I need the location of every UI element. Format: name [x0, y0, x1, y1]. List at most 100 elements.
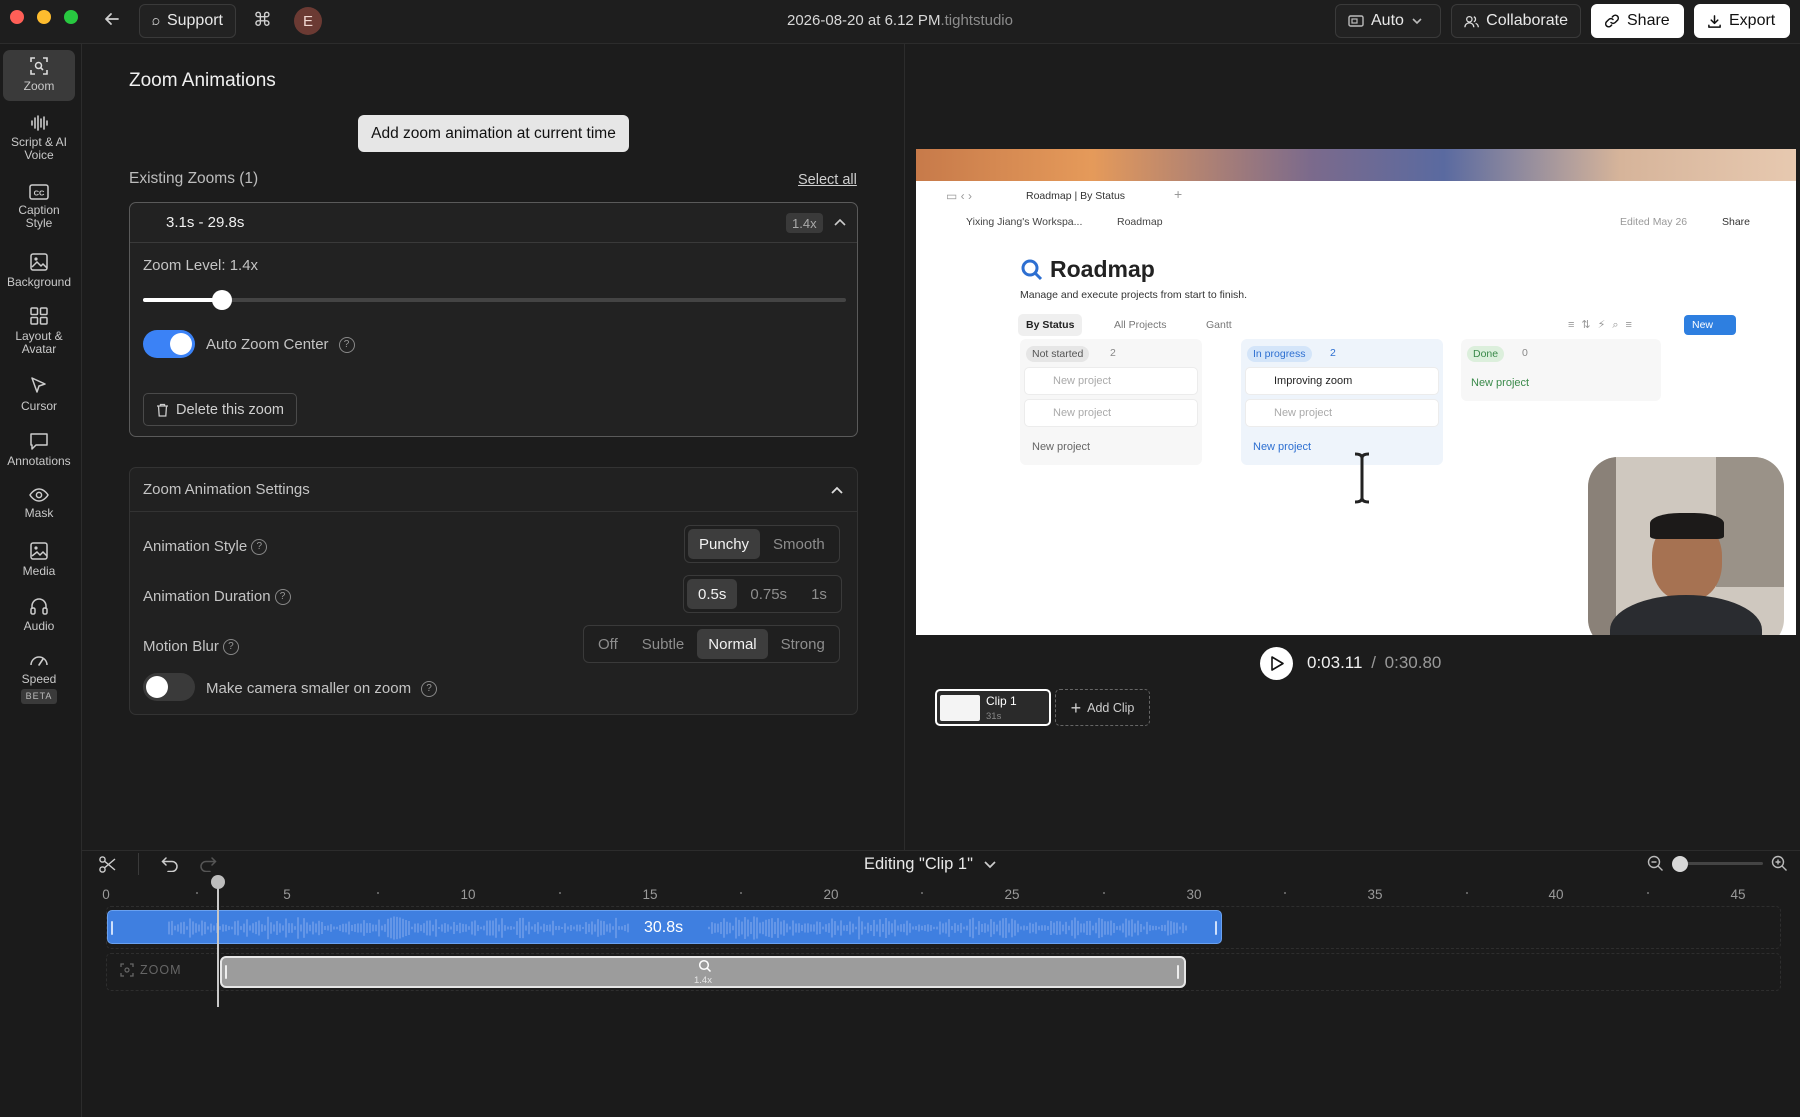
ruler-minor-tick — [1103, 892, 1105, 894]
sidebar-item-annotations[interactable]: Annotations — [3, 431, 75, 468]
play-button[interactable] — [1260, 647, 1293, 680]
chevron-up-icon[interactable] — [833, 217, 847, 227]
back-arrow-icon[interactable] — [103, 10, 121, 33]
video-preview[interactable]: ▭ ‹ › Roadmap | By Status + Yixing Jiang… — [916, 149, 1796, 635]
clip-thumbnail[interactable]: Clip 1 31s — [935, 689, 1051, 726]
clip-trim-handle-right[interactable] — [1215, 921, 1217, 935]
sidebar-item-speed[interactable]: Speed BETA — [3, 651, 75, 704]
help-icon[interactable]: ? — [222, 639, 239, 656]
recorded-screen: ▭ ‹ › Roadmap | By Status + Yixing Jiang… — [916, 181, 1796, 635]
sidebar-item-script-ai-voice[interactable]: Script & AI Voice — [3, 114, 75, 162]
zoom-level-label: Zoom Level: 1.4x — [143, 257, 259, 274]
editing-clip-dropdown[interactable]: Editing "Clip 1" — [864, 855, 997, 874]
column-count: 0 — [1522, 347, 1528, 359]
ruler-minor-tick — [1284, 892, 1286, 894]
sidebar-item-caption-style[interactable]: CC Caption Style — [3, 184, 75, 230]
trash-icon — [157, 403, 168, 417]
sidebar-item-label: Audio — [23, 619, 55, 633]
speech-bubble-icon — [30, 433, 48, 450]
segment-handle-left[interactable] — [225, 965, 227, 979]
zoom-segment[interactable]: 1.4x — [220, 956, 1186, 988]
help-icon[interactable]: ? — [251, 539, 268, 556]
sidebar-item-label: Background — [6, 275, 72, 289]
camera-smaller-text: Make camera smaller on zoom — [206, 680, 412, 697]
add-card: New project — [1032, 441, 1091, 453]
maximize-window-button[interactable] — [64, 10, 78, 24]
zoom-level-badge: 1.4x — [786, 213, 823, 233]
blur-option-subtle[interactable]: Subtle — [631, 629, 696, 659]
collaborate-button[interactable]: Collaborate — [1451, 4, 1581, 38]
help-icon[interactable]: ? — [338, 337, 355, 354]
sidebar-item-mask[interactable]: Mask — [3, 487, 75, 520]
audio-clip[interactable]: 30.8s — [107, 910, 1222, 944]
minimize-window-button[interactable] — [37, 10, 51, 24]
export-button[interactable]: Export — [1694, 4, 1790, 38]
settings-title: Zoom Animation Settings — [143, 481, 310, 498]
auto-zoom-center-toggle[interactable] — [143, 330, 195, 358]
chevron-up-icon[interactable] — [830, 485, 844, 495]
settings-header[interactable]: Zoom Animation Settings — [130, 468, 857, 512]
clip-preview-image — [940, 695, 980, 721]
command-icon[interactable]: ⌘ — [253, 9, 272, 32]
sidebar-item-cursor[interactable]: Cursor — [3, 376, 75, 413]
zoom-in-icon[interactable] — [1771, 855, 1788, 872]
add-clip-button[interactable]: + Add Clip — [1055, 689, 1150, 726]
sidebar-item-background[interactable]: Background — [3, 252, 75, 289]
clip-trim-handle-left[interactable] — [111, 921, 113, 935]
redo-icon[interactable] — [199, 856, 217, 872]
sidebar-item-audio[interactable]: Audio — [3, 596, 75, 633]
blur-option-normal[interactable]: Normal — [697, 629, 768, 659]
support-button[interactable]: Support — [139, 4, 236, 38]
duration-option-0.75s[interactable]: 0.75s — [739, 579, 798, 609]
zoom-item-header[interactable]: 3.1s - 29.8s 1.4x — [130, 203, 857, 243]
help-icon[interactable]: ? — [421, 681, 438, 698]
auto-dropdown[interactable]: Auto — [1335, 4, 1441, 38]
breadcrumb-page: Roadmap — [1117, 216, 1163, 228]
timeline-zoom-handle[interactable] — [1672, 856, 1688, 872]
svg-text:CC: CC — [34, 189, 45, 198]
duration-option-0.5s[interactable]: 0.5s — [687, 579, 738, 609]
duration-option-1s[interactable]: 1s — [800, 579, 838, 609]
clip-name: Clip 1 — [986, 694, 1017, 708]
style-option-punchy[interactable]: Punchy — [688, 529, 761, 559]
style-option-smooth[interactable]: Smooth — [762, 529, 836, 559]
screen-icon — [1348, 15, 1364, 27]
share-link: Share — [1722, 216, 1751, 228]
undo-icon[interactable] — [161, 856, 179, 872]
board-card: New project — [1024, 399, 1198, 427]
sidebar-item-layout-avatar[interactable]: Layout & Avatar — [3, 306, 75, 356]
auto-label: Auto — [1371, 12, 1404, 29]
existing-zooms-label: Existing Zooms (1) — [129, 170, 259, 187]
zoom-level-slider[interactable] — [143, 290, 846, 310]
avatar[interactable]: E — [294, 7, 322, 35]
sidebar-item-label: Mask — [24, 506, 54, 520]
playhead[interactable] — [217, 876, 219, 1007]
scissors-icon[interactable] — [98, 855, 117, 874]
camera-smaller-toggle[interactable] — [143, 673, 195, 701]
blur-option-strong[interactable]: Strong — [770, 629, 836, 659]
add-zoom-button[interactable]: Add zoom animation at current time — [358, 115, 629, 152]
zoom-out-icon[interactable] — [1647, 855, 1664, 872]
zoom-level-slider-handle[interactable] — [212, 290, 233, 310]
text-cursor-icon — [1354, 452, 1370, 504]
help-icon[interactable]: ? — [274, 589, 291, 606]
editing-label: Editing "Clip 1" — [864, 855, 973, 873]
webcam-shirt — [1610, 595, 1762, 635]
sidebar-item-media[interactable]: Media — [3, 541, 75, 578]
blur-option-off[interactable]: Off — [587, 629, 629, 659]
motion-blur-label: Motion Blur? — [143, 638, 239, 656]
select-all-link[interactable]: Select all — [798, 172, 857, 188]
audio-clip-duration: 30.8s — [644, 919, 684, 936]
share-button[interactable]: Share — [1591, 4, 1684, 38]
status-tag: Done — [1467, 346, 1505, 362]
view-tools-icons: ≡⇅⚡⌕≡ — [1568, 319, 1639, 331]
ruler-tick: 0 — [102, 887, 110, 902]
sidebar-item-zoom[interactable]: Zoom — [3, 50, 75, 101]
playhead-handle[interactable] — [211, 875, 225, 889]
ruler-minor-tick — [1466, 892, 1468, 894]
close-window-button[interactable] — [10, 10, 24, 24]
time-separator: / — [1371, 653, 1376, 672]
timeline-zoom-slider[interactable] — [1672, 856, 1763, 872]
delete-zoom-button[interactable]: Delete this zoom — [143, 393, 297, 426]
segment-handle-right[interactable] — [1177, 965, 1179, 979]
